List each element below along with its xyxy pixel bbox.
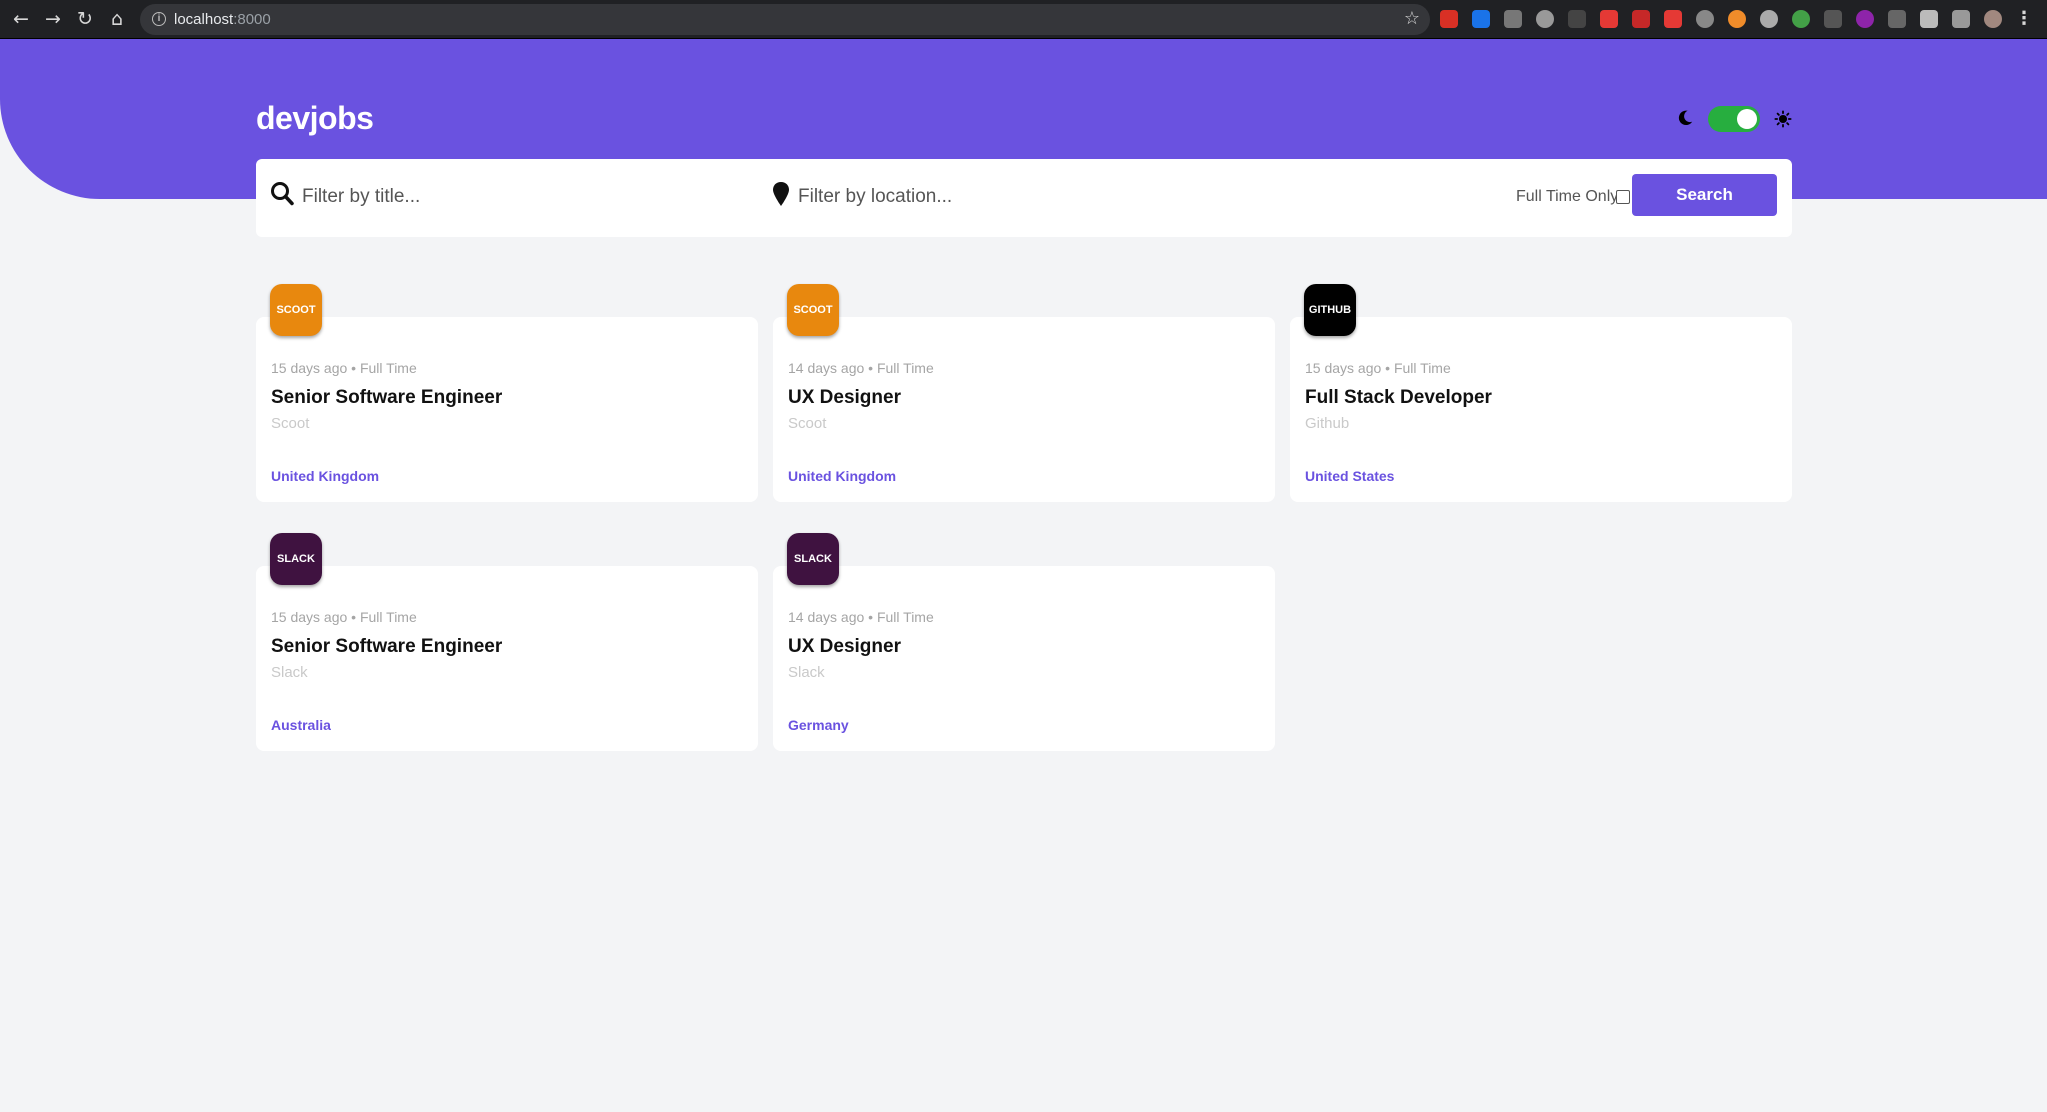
address-bar[interactable]: i localhost:8000 ☆ (140, 4, 1430, 35)
company-logo: GITHUB (1304, 284, 1356, 336)
title-filter-input[interactable] (302, 179, 742, 215)
job-card[interactable]: SLACK 15 days ago • Full Time Senior Sof… (256, 533, 758, 751)
job-company: Scoot (788, 415, 827, 432)
extension-icon[interactable] (1440, 10, 1458, 28)
sun-icon (1774, 110, 1792, 128)
job-card[interactable]: SCOOT 14 days ago • Full Time UX Designe… (773, 284, 1275, 502)
job-meta: 15 days ago • Full Time (271, 609, 417, 625)
job-title[interactable]: Full Stack Developer (1305, 387, 1492, 409)
company-logo: SCOOT (787, 284, 839, 336)
forward-arrow-icon[interactable]: → (42, 8, 64, 30)
app-logo[interactable]: devjobs (256, 100, 374, 137)
extension-icon[interactable] (1536, 10, 1554, 28)
fulltime-label: Full Time Only (1516, 188, 1619, 205)
job-company: Scoot (271, 415, 310, 432)
job-location: United Kingdom (271, 468, 380, 484)
theme-toggle[interactable] (1708, 106, 1760, 132)
reload-icon[interactable]: ↻ (74, 8, 96, 30)
job-title[interactable]: Senior Software Engineer (271, 636, 502, 658)
job-meta: 14 days ago • Full Time (788, 360, 934, 376)
extension-icon[interactable] (1760, 10, 1778, 28)
extension-icon[interactable] (1824, 10, 1842, 28)
job-card[interactable]: SLACK 14 days ago • Full Time UX Designe… (773, 533, 1275, 751)
job-title[interactable]: Senior Software Engineer (271, 387, 502, 409)
filter-bar: Full Time Only Search (256, 159, 1792, 237)
search-icon (271, 182, 294, 206)
profile-avatar[interactable] (1984, 10, 2002, 28)
back-arrow-icon[interactable]: ← (10, 8, 32, 30)
job-meta: 15 days ago • Full Time (271, 360, 417, 376)
home-icon[interactable]: ⌂ (106, 8, 128, 30)
browser-toolbar: ← → ↻ ⌂ i localhost:8000 ☆ ⋮ (0, 0, 2047, 39)
toggle-knob (1737, 109, 1757, 129)
bookmark-star-icon[interactable]: ☆ (1404, 8, 1420, 29)
company-logo: SCOOT (270, 284, 322, 336)
extension-icon[interactable] (1728, 10, 1746, 28)
extension-icon[interactable] (1664, 10, 1682, 28)
fulltime-checkbox[interactable] (1616, 190, 1630, 204)
job-card[interactable]: SCOOT 15 days ago • Full Time Senior Sof… (256, 284, 758, 502)
location-pin-icon (773, 182, 789, 206)
search-button[interactable]: Search (1632, 174, 1777, 216)
company-logo: SLACK (787, 533, 839, 585)
extension-icon[interactable] (1472, 10, 1490, 28)
job-meta: 14 days ago • Full Time (788, 609, 934, 625)
job-meta: 15 days ago • Full Time (1305, 360, 1451, 376)
job-title[interactable]: UX Designer (788, 387, 901, 409)
extension-icon[interactable] (1632, 10, 1650, 28)
extensions-puzzle-icon[interactable] (1920, 10, 1938, 28)
job-title[interactable]: UX Designer (788, 636, 901, 658)
reading-list-icon[interactable] (1952, 10, 1970, 28)
job-location: United States (1305, 468, 1395, 484)
job-company: Github (1305, 415, 1350, 432)
browser-menu-icon[interactable]: ⋮ (2015, 8, 2033, 29)
extension-icon[interactable] (1888, 10, 1906, 28)
theme-switch (1676, 106, 1792, 132)
extension-icon[interactable] (1600, 10, 1618, 28)
extension-icon[interactable] (1792, 10, 1810, 28)
job-location: Australia (271, 717, 331, 733)
company-logo: SLACK (270, 533, 322, 585)
site-info-icon[interactable]: i (152, 12, 166, 26)
job-company: Slack (271, 664, 308, 681)
extension-icon[interactable] (1504, 10, 1522, 28)
job-location: United Kingdom (788, 468, 897, 484)
extension-icon[interactable] (1696, 10, 1714, 28)
url-text: localhost:8000 (174, 11, 271, 28)
extension-icon[interactable] (1568, 10, 1586, 28)
job-card[interactable]: GITHUB 15 days ago • Full Time Full Stac… (1290, 284, 1792, 502)
moon-icon (1678, 110, 1693, 126)
location-filter-input[interactable] (798, 179, 1238, 215)
job-location: Germany (788, 717, 849, 733)
extension-icon[interactable] (1856, 10, 1874, 28)
job-company: Slack (788, 664, 825, 681)
